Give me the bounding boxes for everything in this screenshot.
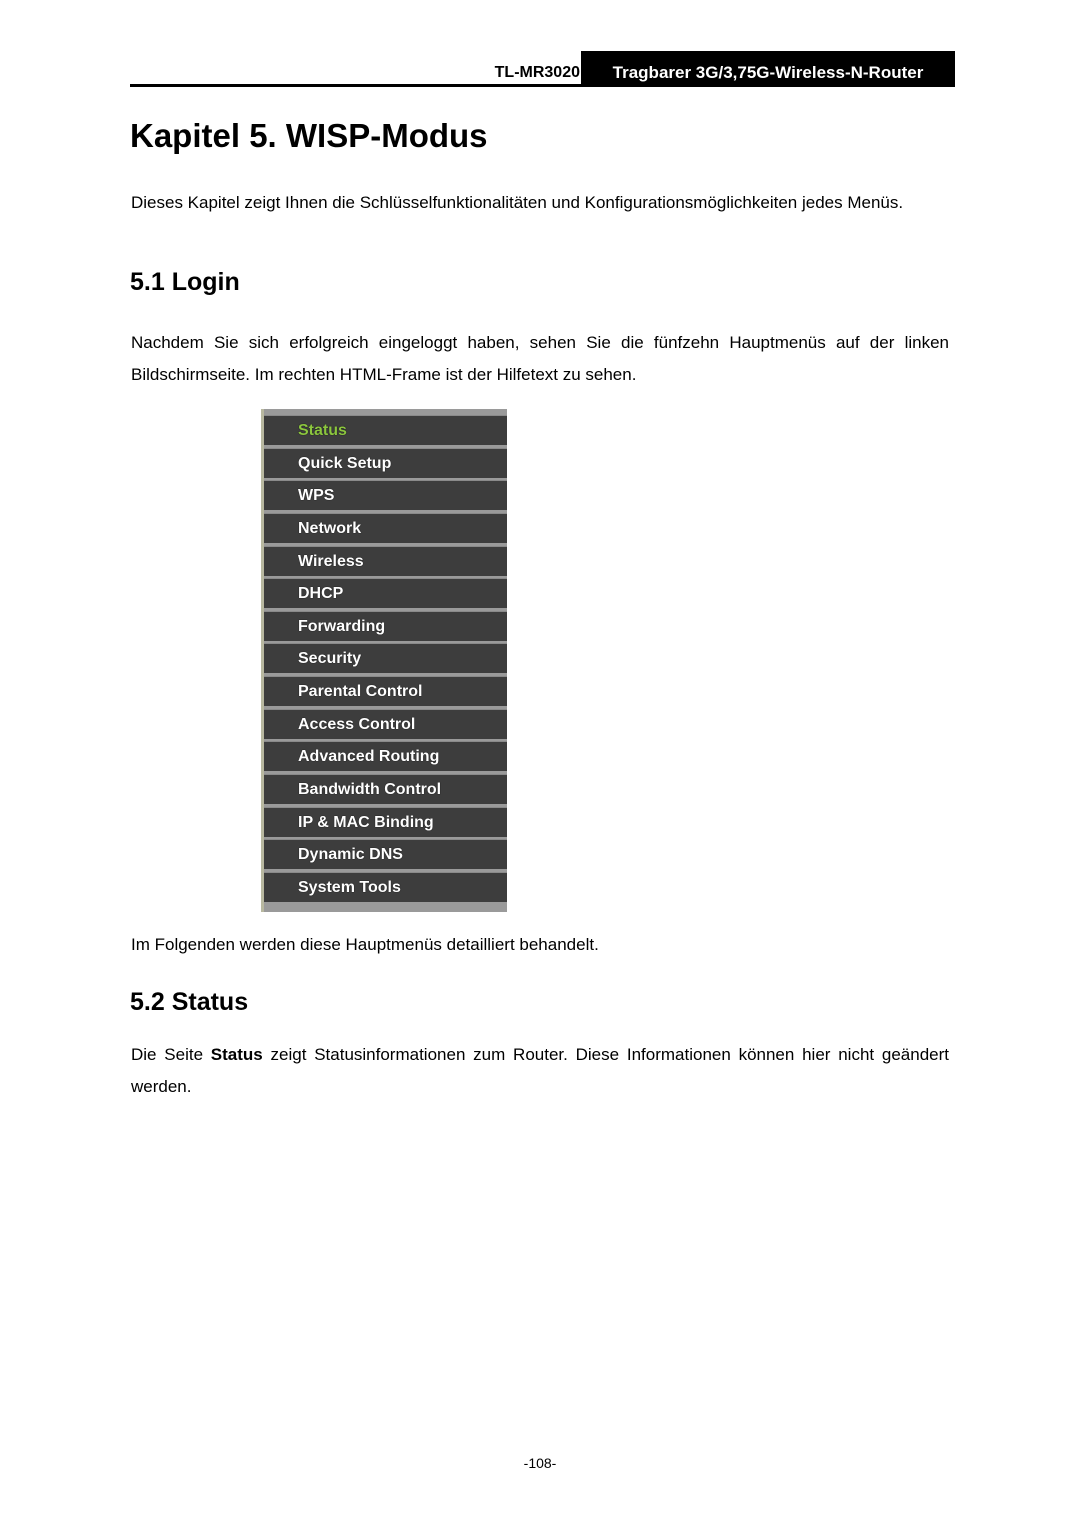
menu-item-bandwidth-control[interactable]: Bandwidth Control <box>264 774 507 805</box>
login-text: Nachdem Sie sich erfolgreich eingeloggt … <box>131 333 949 384</box>
header-product: Tragbarer 3G/3,75G-Wireless-N-Router <box>581 51 955 87</box>
menu-item-quick-setup[interactable]: Quick Setup <box>264 447 507 478</box>
menu-item-wireless[interactable]: Wireless <box>264 545 507 576</box>
menu-item-forwarding[interactable]: Forwarding <box>264 610 507 641</box>
section-title-status: 5.2 Status <box>130 988 249 1016</box>
menu-item-parental-control[interactable]: Parental Control <box>264 676 507 707</box>
header-rule <box>130 84 955 87</box>
menu-item-ip-mac-binding[interactable]: IP & MAC Binding <box>264 806 507 837</box>
section-title-login: 5.1 Login <box>130 268 240 296</box>
menu-item-dhcp[interactable]: DHCP <box>264 578 507 609</box>
chapter-intro: Dieses Kapitel zeigt Ihnen die Schlüssel… <box>131 193 904 212</box>
menu-item-network[interactable]: Network <box>264 512 507 543</box>
menu-item-status[interactable]: Status <box>264 415 507 445</box>
menu-item-dynamic-dns[interactable]: Dynamic DNS <box>264 839 507 870</box>
header-model: TL-MR3020 <box>494 64 580 81</box>
menu-item-security[interactable]: Security <box>264 643 507 674</box>
menu-item-wps[interactable]: WPS <box>264 480 507 511</box>
menu-followup-text: Im Folgenden werden diese Hauptmenüs det… <box>131 935 599 954</box>
status-text-bold: Status <box>210 1045 263 1064</box>
status-text-prefix: Die Seite <box>131 1045 211 1064</box>
main-menu-screenshot: Status Quick Setup WPS Network Wireless … <box>261 409 507 912</box>
menu-item-system-tools[interactable]: System Tools <box>264 871 507 902</box>
chapter-title: Kapitel 5. WISP-Modus <box>130 117 488 154</box>
status-text: Die Seite Status zeigt Statusinformation… <box>131 1039 949 1103</box>
menu-item-access-control[interactable]: Access Control <box>264 708 507 739</box>
page-number: -108- <box>523 1455 557 1471</box>
page-header: TL-MR3020 Tragbarer 3G/3,75G-Wireless-N-… <box>130 51 955 87</box>
menu-item-advanced-routing[interactable]: Advanced Routing <box>264 741 507 772</box>
